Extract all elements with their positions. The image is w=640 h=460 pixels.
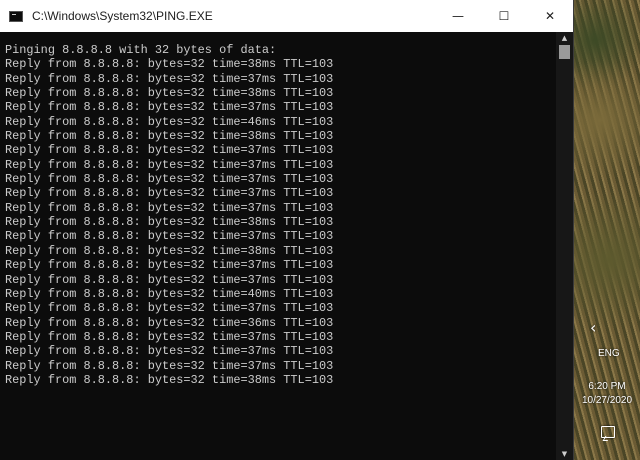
console-line: Reply from 8.8.8.8: bytes=32 time=37ms T…: [5, 344, 334, 359]
chevron-up-icon: ▲: [561, 34, 568, 42]
chevron-down-icon: ▼: [561, 450, 568, 458]
console-line: Reply from 8.8.8.8: bytes=32 time=37ms T…: [5, 100, 334, 115]
window-title: C:\Windows\System32\PING.EXE: [32, 9, 213, 23]
scroll-up-button[interactable]: ▲: [556, 32, 573, 44]
console-line: Reply from 8.8.8.8: bytes=32 time=37ms T…: [5, 229, 334, 244]
console-line: Reply from 8.8.8.8: bytes=32 time=37ms T…: [5, 200, 334, 215]
close-icon: ✕: [544, 9, 556, 23]
console-line: Reply from 8.8.8.8: bytes=32 time=38ms T…: [5, 243, 334, 258]
minimize-icon: —: [452, 9, 464, 23]
notification-icon[interactable]: [601, 426, 615, 438]
console-line: Reply from 8.8.8.8: bytes=32 time=38ms T…: [5, 129, 334, 144]
console-line: Reply from 8.8.8.8: bytes=32 time=37ms T…: [5, 358, 334, 373]
clock-date: 10/27/2020: [581, 395, 633, 406]
maximize-icon: ☐: [498, 9, 510, 23]
clock[interactable]: 6:20 PM 10/27/2020: [574, 380, 640, 408]
console-line: Reply from 8.8.8.8: bytes=32 time=38ms T…: [5, 215, 334, 230]
maximize-button[interactable]: ☐: [481, 0, 527, 32]
clock-time: 6:20 PM: [588, 381, 626, 392]
console-output[interactable]: Pinging 8.8.8.8 with 32 bytes of data: R…: [0, 32, 556, 460]
console-line: Reply from 8.8.8.8: bytes=32 time=37ms T…: [5, 329, 334, 344]
taskbar-tray: ‹ ENG 6:20 PM 10/27/2020: [574, 0, 640, 460]
language-indicator[interactable]: ENG: [598, 348, 620, 359]
vertical-scrollbar[interactable]: ▲ ▼: [556, 32, 573, 460]
console-line: Reply from 8.8.8.8: bytes=32 time=37ms T…: [5, 71, 334, 86]
console-line: Reply from 8.8.8.8: bytes=32 time=37ms T…: [5, 186, 334, 201]
cmd-app-icon: [9, 10, 23, 22]
console-line: Reply from 8.8.8.8: bytes=32 time=37ms T…: [5, 258, 334, 273]
minimize-button[interactable]: —: [435, 0, 481, 32]
scroll-down-button[interactable]: ▼: [556, 448, 573, 460]
console-line: Reply from 8.8.8.8: bytes=32 time=37ms T…: [5, 301, 334, 316]
console-window[interactable]: C:\Windows\System32\PING.EXE — ☐ ✕ Pingi…: [0, 0, 574, 460]
console-line: Reply from 8.8.8.8: bytes=32 time=37ms T…: [5, 172, 334, 187]
show-hidden-icons-button[interactable]: ‹: [590, 318, 596, 337]
console-line: Reply from 8.8.8.8: bytes=32 time=37ms T…: [5, 272, 334, 287]
close-button[interactable]: ✕: [527, 0, 573, 32]
console-line: Reply from 8.8.8.8: bytes=32 time=37ms T…: [5, 143, 334, 158]
console-line: Pinging 8.8.8.8 with 32 bytes of data:: [5, 43, 277, 57]
title-bar[interactable]: C:\Windows\System32\PING.EXE — ☐ ✕: [0, 0, 573, 32]
console-line: Reply from 8.8.8.8: bytes=32 time=37ms T…: [5, 157, 334, 172]
console-line: Reply from 8.8.8.8: bytes=32 time=36ms T…: [5, 315, 334, 330]
chevron-left-icon: ‹: [590, 318, 597, 337]
console-line: Reply from 8.8.8.8: bytes=32 time=40ms T…: [5, 286, 334, 301]
console-line: Reply from 8.8.8.8: bytes=32 time=38ms T…: [5, 57, 334, 72]
console-line: Reply from 8.8.8.8: bytes=32 time=38ms T…: [5, 372, 334, 387]
console-line: Reply from 8.8.8.8: bytes=32 time=38ms T…: [5, 86, 334, 101]
scroll-thumb[interactable]: [559, 45, 570, 59]
console-line: Reply from 8.8.8.8: bytes=32 time=46ms T…: [5, 114, 334, 129]
